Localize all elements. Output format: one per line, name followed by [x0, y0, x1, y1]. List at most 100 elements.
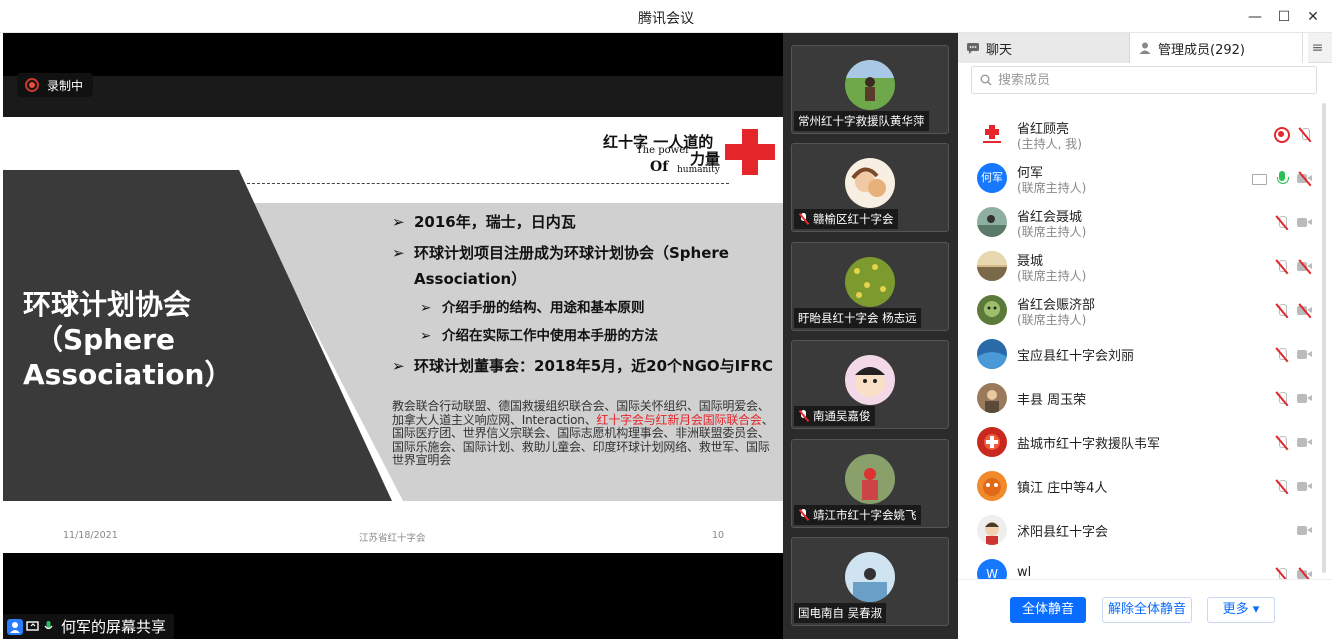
member-row[interactable]: 省红会聂城 (联席主持人)	[958, 200, 1332, 244]
screen-share-label: 何军的屏幕共享	[61, 618, 167, 636]
member-avatar	[977, 119, 1007, 149]
shared-screen: 录制中 红十字 一人道的 The power 力量 Of humanity 环球…	[3, 33, 783, 639]
video-tile[interactable]: 靖江市红十字会姚飞	[791, 439, 949, 528]
recording-icon	[1274, 127, 1290, 143]
member-search[interactable]	[971, 66, 1317, 94]
member-list-scrollbar[interactable]	[1322, 103, 1326, 573]
video-tile[interactable]: 国电南自 吴春淑	[791, 537, 949, 626]
camera-icon[interactable]	[1297, 217, 1313, 233]
camera-icon[interactable]	[1297, 437, 1313, 453]
member-name: 宝应县红十字会刘丽	[1017, 349, 1135, 364]
member-row[interactable]: 盐城市红十字救援队韦军	[958, 420, 1332, 464]
mic-muted-icon[interactable]	[1274, 435, 1290, 451]
tab-members[interactable]: 管理成员(292)	[1130, 33, 1308, 63]
search-input[interactable]	[998, 72, 1298, 88]
participant-name: 常州红十字救援队黄华萍	[794, 111, 929, 131]
participant-avatar	[845, 257, 895, 307]
participant-name: 盱眙县红十字会 杨志远	[794, 308, 921, 328]
slide-footer-page: 10	[712, 530, 725, 541]
slide-brand-en2: Of	[650, 159, 669, 175]
sub-bullet-2: ➢ 介绍在实际工作中使用本手册的方法	[420, 328, 658, 344]
member-row[interactable]: 何军 何军 (联席主持人)	[958, 156, 1332, 200]
bullet-2-cont: Association）	[414, 270, 527, 288]
mic-muted-icon[interactable]	[1274, 347, 1290, 363]
screen-share-icon	[26, 620, 39, 633]
video-tile[interactable]: 南通吴嘉俊	[791, 340, 949, 429]
mic-muted-icon[interactable]	[1274, 567, 1290, 579]
participant-avatar	[845, 355, 895, 405]
camera-off-icon[interactable]	[1297, 259, 1313, 277]
participant-avatar	[845, 552, 895, 602]
unmute-all-button[interactable]: 解除全体静音	[1102, 597, 1192, 623]
video-tile[interactable]: 盱眙县红十字会 杨志远	[791, 242, 949, 331]
video-gallery: 常州红十字救援队黄华萍 赣榆区红十字会 盱眙县红十字会 杨志远 南通吴嘉俊 靖江…	[783, 33, 958, 639]
camera-off-icon[interactable]	[1297, 567, 1313, 579]
participant-name: 赣榆区红十字会	[794, 209, 898, 229]
sub-bullet-1: ➢ 介绍手册的结构、用途和基本原则	[420, 300, 645, 316]
search-icon	[980, 74, 992, 86]
recording-indicator[interactable]: 录制中	[17, 73, 94, 97]
camera-icon[interactable]	[1297, 481, 1313, 497]
member-row[interactable]: 沭阳县红十字会	[958, 508, 1332, 552]
mic-on-icon[interactable]	[1274, 171, 1290, 187]
slide-paragraph: 教会联合行动联盟、德国救援组织联合会、国际关怀组织、国际明爱会、加拿大人道主义响…	[392, 399, 774, 467]
member-role: (主持人, 我)	[1017, 137, 1082, 151]
participant-avatar	[845, 158, 895, 208]
mic-muted-icon[interactable]	[1274, 259, 1290, 275]
chat-icon	[967, 43, 979, 54]
minimize-button[interactable]: —	[1244, 6, 1266, 28]
mic-muted-icon[interactable]	[1274, 215, 1290, 231]
member-row[interactable]: W wl	[958, 552, 1332, 579]
participant-avatar	[845, 454, 895, 504]
muted-mic-icon	[798, 213, 809, 225]
slide-footer-org: 江苏省红十字会	[359, 533, 426, 544]
maximize-button[interactable]: ☐	[1273, 6, 1295, 28]
bullet-1: ➢ 2016年，瑞士，日内瓦	[392, 213, 576, 231]
mic-muted-icon[interactable]	[1297, 127, 1313, 143]
member-row[interactable]: 镇江 庄中等4人	[958, 464, 1332, 508]
slide-brand-en1: The power	[636, 145, 690, 156]
member-name: wl	[1017, 565, 1032, 579]
mic-muted-icon[interactable]	[1274, 303, 1290, 319]
window-title: 腾讯会议	[638, 11, 694, 27]
slide-title-line1: 环球计划协会	[23, 288, 192, 321]
member-row[interactable]: 省红会赈济部 (联席主持人)	[958, 288, 1332, 332]
tab-chat[interactable]: 聊天	[958, 33, 1130, 63]
member-row[interactable]: 聂城 (联席主持人)	[958, 244, 1332, 288]
screen-share-badge[interactable]: 何军的屏幕共享	[3, 614, 175, 639]
participant-name: 靖江市红十字会姚飞	[794, 505, 921, 525]
presentation-slide: 红十字 一人道的 The power 力量 Of humanity 环球计划协会…	[3, 117, 783, 553]
video-tile[interactable]: 赣榆区红十字会	[791, 143, 949, 232]
user-icon	[7, 618, 23, 635]
header-divider	[247, 183, 729, 184]
member-role: (联席主持人)	[1017, 313, 1087, 327]
bullet-3: ➢ 环球计划董事会：2018年5月，近20个NGO与IFRC	[392, 357, 774, 375]
camera-icon[interactable]	[1297, 393, 1313, 409]
member-avatar	[977, 251, 1007, 281]
member-row[interactable]: 省红顾亮 (主持人, 我)	[958, 112, 1332, 156]
member-avatar	[977, 471, 1007, 501]
member-row[interactable]: 丰县 周玉荣	[958, 376, 1332, 420]
mic-muted-icon[interactable]	[1274, 479, 1290, 495]
camera-icon[interactable]	[1297, 349, 1313, 365]
member-avatar	[977, 207, 1007, 237]
camera-off-icon[interactable]	[1297, 171, 1313, 189]
video-tile[interactable]: 常州红十字救援队黄华萍	[791, 45, 949, 134]
participant-name: 南通吴嘉俊	[794, 406, 875, 426]
mute-all-button[interactable]: 全体静音	[1010, 597, 1086, 623]
member-avatar	[977, 515, 1007, 545]
camera-off-icon[interactable]	[1297, 303, 1313, 321]
panel-tabs: 聊天 管理成员(292) ≡	[958, 33, 1332, 63]
close-button[interactable]: ✕	[1302, 6, 1324, 28]
panel-menu-button[interactable]: ≡	[1302, 33, 1332, 63]
slide-brand-en3: humanity	[677, 165, 720, 175]
mic-muted-icon[interactable]	[1274, 391, 1290, 407]
more-button[interactable]: 更多 ▾	[1207, 597, 1275, 623]
member-name: 镇江 庄中等4人	[1017, 481, 1108, 496]
record-icon	[25, 78, 39, 92]
member-avatar: 何军	[977, 163, 1007, 193]
camera-icon[interactable]	[1297, 525, 1313, 541]
member-role: (联席主持人)	[1017, 225, 1087, 239]
member-row[interactable]: 宝应县红十字会刘丽	[958, 332, 1332, 376]
slide-title-line2: （Sphere	[35, 323, 175, 356]
